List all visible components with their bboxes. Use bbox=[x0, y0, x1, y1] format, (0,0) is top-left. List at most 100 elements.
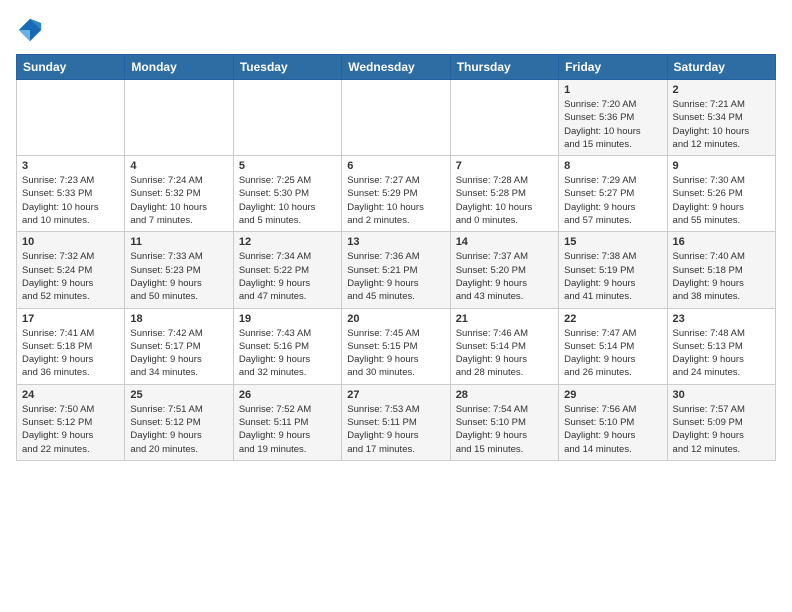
day-number: 10 bbox=[22, 236, 119, 248]
day-info: Sunrise: 7:47 AM Sunset: 5:14 PM Dayligh… bbox=[564, 327, 661, 380]
day-header-friday: Friday bbox=[559, 55, 667, 80]
calendar-cell: 18 Sunrise: 7:42 AM Sunset: 5:17 PM Dayli… bbox=[125, 308, 233, 384]
calendar-table: SundayMondayTuesdayWednesdayThursdayFrid… bbox=[16, 54, 776, 461]
day-info: Sunrise: 7:24 AM Sunset: 5:32 PM Dayligh… bbox=[130, 174, 227, 227]
day-number: 22 bbox=[564, 313, 661, 325]
calendar-cell bbox=[233, 80, 341, 156]
day-info: Sunrise: 7:40 AM Sunset: 5:18 PM Dayligh… bbox=[673, 250, 770, 303]
calendar-cell: 16 Sunrise: 7:40 AM Sunset: 5:18 PM Dayli… bbox=[667, 232, 775, 308]
day-header-thursday: Thursday bbox=[450, 55, 558, 80]
calendar-cell: 13 Sunrise: 7:36 AM Sunset: 5:21 PM Dayli… bbox=[342, 232, 450, 308]
day-header-wednesday: Wednesday bbox=[342, 55, 450, 80]
day-number: 14 bbox=[456, 236, 553, 248]
day-info: Sunrise: 7:25 AM Sunset: 5:30 PM Dayligh… bbox=[239, 174, 336, 227]
day-info: Sunrise: 7:37 AM Sunset: 5:20 PM Dayligh… bbox=[456, 250, 553, 303]
day-number: 13 bbox=[347, 236, 444, 248]
calendar-header-row: SundayMondayTuesdayWednesdayThursdayFrid… bbox=[17, 55, 776, 80]
day-number: 5 bbox=[239, 160, 336, 172]
day-number: 9 bbox=[673, 160, 770, 172]
day-number: 25 bbox=[130, 389, 227, 401]
day-info: Sunrise: 7:41 AM Sunset: 5:18 PM Dayligh… bbox=[22, 327, 119, 380]
day-number: 21 bbox=[456, 313, 553, 325]
day-info: Sunrise: 7:52 AM Sunset: 5:11 PM Dayligh… bbox=[239, 403, 336, 456]
logo bbox=[16, 16, 48, 44]
day-info: Sunrise: 7:50 AM Sunset: 5:12 PM Dayligh… bbox=[22, 403, 119, 456]
calendar-cell: 26 Sunrise: 7:52 AM Sunset: 5:11 PM Dayli… bbox=[233, 384, 341, 460]
calendar-cell: 21 Sunrise: 7:46 AM Sunset: 5:14 PM Dayli… bbox=[450, 308, 558, 384]
day-info: Sunrise: 7:38 AM Sunset: 5:19 PM Dayligh… bbox=[564, 250, 661, 303]
day-info: Sunrise: 7:36 AM Sunset: 5:21 PM Dayligh… bbox=[347, 250, 444, 303]
calendar-cell: 3 Sunrise: 7:23 AM Sunset: 5:33 PM Daylig… bbox=[17, 156, 125, 232]
day-header-tuesday: Tuesday bbox=[233, 55, 341, 80]
calendar-cell: 2 Sunrise: 7:21 AM Sunset: 5:34 PM Daylig… bbox=[667, 80, 775, 156]
calendar-week-row: 1 Sunrise: 7:20 AM Sunset: 5:36 PM Daylig… bbox=[17, 80, 776, 156]
day-header-monday: Monday bbox=[125, 55, 233, 80]
calendar-cell: 20 Sunrise: 7:45 AM Sunset: 5:15 PM Dayli… bbox=[342, 308, 450, 384]
calendar-cell: 12 Sunrise: 7:34 AM Sunset: 5:22 PM Dayli… bbox=[233, 232, 341, 308]
day-info: Sunrise: 7:21 AM Sunset: 5:34 PM Dayligh… bbox=[673, 98, 770, 151]
day-number: 20 bbox=[347, 313, 444, 325]
day-info: Sunrise: 7:57 AM Sunset: 5:09 PM Dayligh… bbox=[673, 403, 770, 456]
day-number: 29 bbox=[564, 389, 661, 401]
calendar-cell: 5 Sunrise: 7:25 AM Sunset: 5:30 PM Daylig… bbox=[233, 156, 341, 232]
calendar-cell: 22 Sunrise: 7:47 AM Sunset: 5:14 PM Dayli… bbox=[559, 308, 667, 384]
calendar-week-row: 17Sunrise: 7:41 AM Sunset: 5:18 PM Dayli… bbox=[17, 308, 776, 384]
calendar-cell: 27 Sunrise: 7:53 AM Sunset: 5:11 PM Dayli… bbox=[342, 384, 450, 460]
day-number: 2 bbox=[673, 84, 770, 96]
day-header-sunday: Sunday bbox=[17, 55, 125, 80]
day-info: Sunrise: 7:33 AM Sunset: 5:23 PM Dayligh… bbox=[130, 250, 227, 303]
calendar-cell: 29 Sunrise: 7:56 AM Sunset: 5:10 PM Dayli… bbox=[559, 384, 667, 460]
calendar-cell: 8 Sunrise: 7:29 AM Sunset: 5:27 PM Daylig… bbox=[559, 156, 667, 232]
calendar-cell: 10Sunrise: 7:32 AM Sunset: 5:24 PM Dayli… bbox=[17, 232, 125, 308]
calendar-cell: 4 Sunrise: 7:24 AM Sunset: 5:32 PM Daylig… bbox=[125, 156, 233, 232]
day-info: Sunrise: 7:51 AM Sunset: 5:12 PM Dayligh… bbox=[130, 403, 227, 456]
day-number: 19 bbox=[239, 313, 336, 325]
day-number: 8 bbox=[564, 160, 661, 172]
day-number: 26 bbox=[239, 389, 336, 401]
calendar-cell: 28Sunrise: 7:54 AM Sunset: 5:10 PM Dayli… bbox=[450, 384, 558, 460]
calendar-cell: 25 Sunrise: 7:51 AM Sunset: 5:12 PM Dayli… bbox=[125, 384, 233, 460]
day-number: 7 bbox=[456, 160, 553, 172]
calendar-week-row: 24 Sunrise: 7:50 AM Sunset: 5:12 PM Dayli… bbox=[17, 384, 776, 460]
day-number: 18 bbox=[130, 313, 227, 325]
day-number: 3 bbox=[22, 160, 119, 172]
calendar-cell: 19 Sunrise: 7:43 AM Sunset: 5:16 PM Dayli… bbox=[233, 308, 341, 384]
day-info: Sunrise: 7:27 AM Sunset: 5:29 PM Dayligh… bbox=[347, 174, 444, 227]
calendar-cell bbox=[342, 80, 450, 156]
day-info: Sunrise: 7:34 AM Sunset: 5:22 PM Dayligh… bbox=[239, 250, 336, 303]
day-number: 24 bbox=[22, 389, 119, 401]
calendar-cell: 23Sunrise: 7:48 AM Sunset: 5:13 PM Dayli… bbox=[667, 308, 775, 384]
calendar-cell: 30Sunrise: 7:57 AM Sunset: 5:09 PM Dayli… bbox=[667, 384, 775, 460]
calendar-cell: 1 Sunrise: 7:20 AM Sunset: 5:36 PM Daylig… bbox=[559, 80, 667, 156]
day-info: Sunrise: 7:45 AM Sunset: 5:15 PM Dayligh… bbox=[347, 327, 444, 380]
day-info: Sunrise: 7:20 AM Sunset: 5:36 PM Dayligh… bbox=[564, 98, 661, 151]
calendar-cell: 14 Sunrise: 7:37 AM Sunset: 5:20 PM Dayli… bbox=[450, 232, 558, 308]
day-number: 15 bbox=[564, 236, 661, 248]
calendar-week-row: 10Sunrise: 7:32 AM Sunset: 5:24 PM Dayli… bbox=[17, 232, 776, 308]
day-number: 12 bbox=[239, 236, 336, 248]
day-info: Sunrise: 7:53 AM Sunset: 5:11 PM Dayligh… bbox=[347, 403, 444, 456]
day-info: Sunrise: 7:48 AM Sunset: 5:13 PM Dayligh… bbox=[673, 327, 770, 380]
calendar-cell bbox=[17, 80, 125, 156]
calendar-cell: 11 Sunrise: 7:33 AM Sunset: 5:23 PM Dayli… bbox=[125, 232, 233, 308]
day-info: Sunrise: 7:46 AM Sunset: 5:14 PM Dayligh… bbox=[456, 327, 553, 380]
day-info: Sunrise: 7:56 AM Sunset: 5:10 PM Dayligh… bbox=[564, 403, 661, 456]
day-info: Sunrise: 7:28 AM Sunset: 5:28 PM Dayligh… bbox=[456, 174, 553, 227]
day-number: 27 bbox=[347, 389, 444, 401]
day-number: 1 bbox=[564, 84, 661, 96]
day-number: 4 bbox=[130, 160, 227, 172]
day-info: Sunrise: 7:42 AM Sunset: 5:17 PM Dayligh… bbox=[130, 327, 227, 380]
day-number: 11 bbox=[130, 236, 227, 248]
logo-icon bbox=[16, 16, 44, 44]
day-info: Sunrise: 7:29 AM Sunset: 5:27 PM Dayligh… bbox=[564, 174, 661, 227]
calendar-cell: 17Sunrise: 7:41 AM Sunset: 5:18 PM Dayli… bbox=[17, 308, 125, 384]
calendar-cell: 15 Sunrise: 7:38 AM Sunset: 5:19 PM Dayli… bbox=[559, 232, 667, 308]
calendar-cell bbox=[125, 80, 233, 156]
day-info: Sunrise: 7:43 AM Sunset: 5:16 PM Dayligh… bbox=[239, 327, 336, 380]
day-number: 16 bbox=[673, 236, 770, 248]
day-info: Sunrise: 7:23 AM Sunset: 5:33 PM Dayligh… bbox=[22, 174, 119, 227]
day-header-saturday: Saturday bbox=[667, 55, 775, 80]
calendar-cell: 6Sunrise: 7:27 AM Sunset: 5:29 PM Daylig… bbox=[342, 156, 450, 232]
calendar-week-row: 3 Sunrise: 7:23 AM Sunset: 5:33 PM Daylig… bbox=[17, 156, 776, 232]
calendar-cell: 9Sunrise: 7:30 AM Sunset: 5:26 PM Daylig… bbox=[667, 156, 775, 232]
